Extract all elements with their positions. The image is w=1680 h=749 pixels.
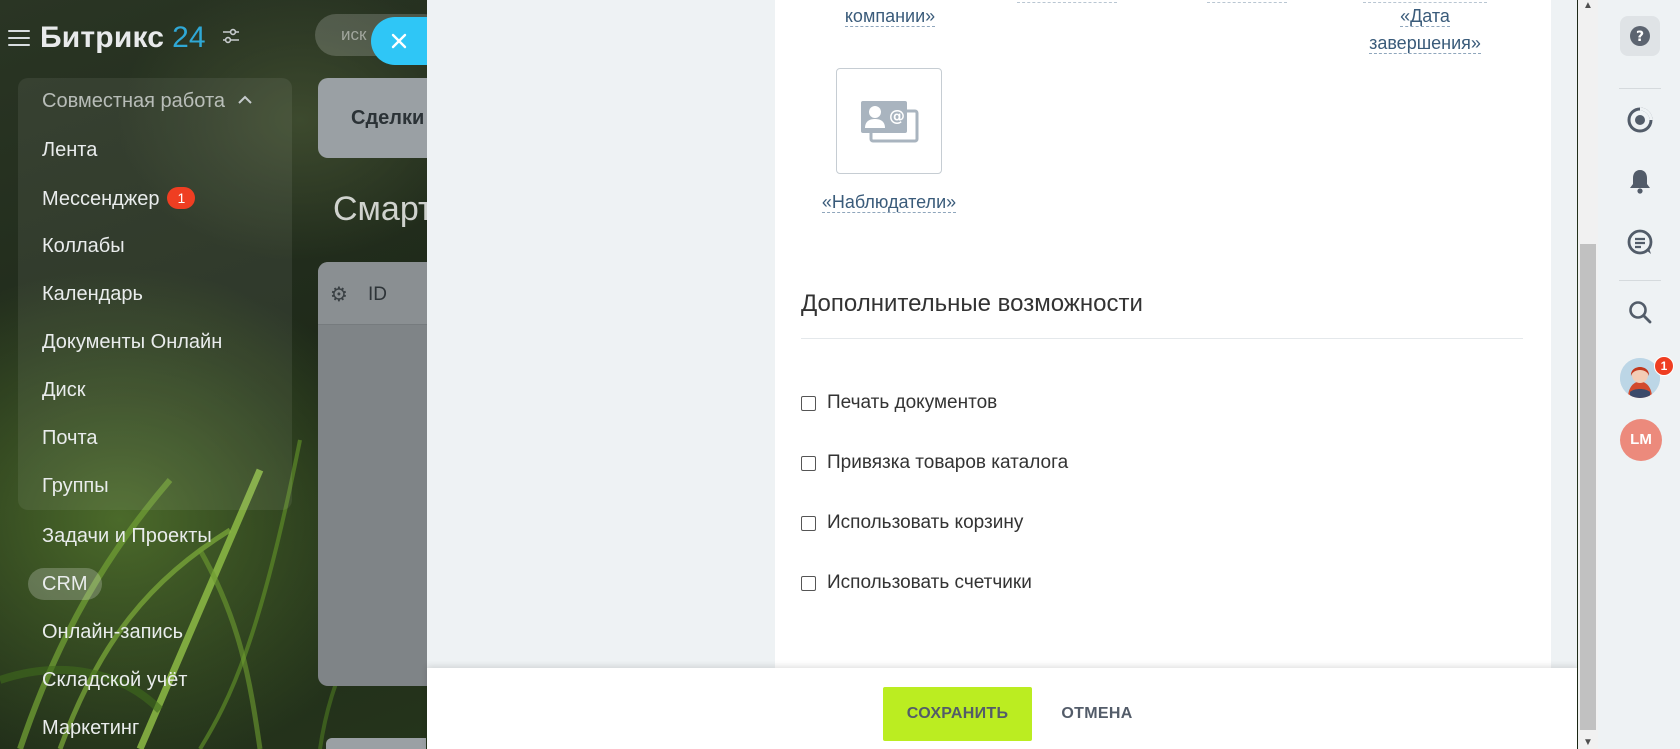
svg-text:?: ? — [1636, 29, 1644, 45]
search-button[interactable] — [1620, 292, 1660, 332]
background-page-title: Смарт — [333, 190, 434, 228]
scroll-up-arrow-icon[interactable]: ▲ — [1582, 0, 1594, 12]
logo-number: 24 — [172, 21, 206, 54]
observers-field-tile[interactable]: @ — [836, 68, 942, 174]
bell-icon — [1630, 170, 1650, 194]
sidebar-item-docs-online[interactable]: Документы Онлайн — [42, 331, 222, 354]
slider-footer: СОХРАНИТЬ ОТМЕНА — [427, 668, 1577, 749]
user-initials-avatar[interactable]: LM — [1620, 419, 1662, 461]
contact-email-icon: @ — [861, 101, 919, 143]
avatar-counter-badge: 1 — [1654, 356, 1674, 376]
background-deals-card: Сделки — [318, 78, 428, 158]
search-icon — [1629, 301, 1652, 324]
save-button[interactable]: СОХРАНИТЬ — [883, 687, 1032, 741]
option-use-counters[interactable]: Использовать счетчики — [801, 572, 1032, 594]
checkbox-use-counters[interactable] — [801, 575, 816, 591]
chat-button[interactable] — [1620, 222, 1660, 262]
scrollbar-thumb[interactable] — [1580, 244, 1596, 730]
field-link-stub — [1017, 0, 1117, 3]
sidebar-item-groups[interactable]: Группы — [42, 475, 109, 498]
background-table-header: ⚙ ID — [318, 262, 428, 325]
logo-text: Битрикс — [40, 21, 165, 54]
checkbox-print-documents[interactable] — [801, 395, 816, 411]
field-link-end-date[interactable]: «Дата завершения» — [1355, 3, 1495, 57]
background-deals-tab: Сделки — [351, 107, 425, 129]
gear-icon: ⚙ — [330, 284, 348, 306]
section-title-additional: Дополнительные возможности — [801, 290, 1143, 317]
sidebar-item-collabs[interactable]: Коллабы — [42, 235, 125, 258]
sidebar-group-title[interactable]: Совместная работа — [42, 90, 253, 113]
sidebar-item-feed[interactable]: Лента — [42, 139, 97, 162]
right-rail: ? 1 LM — [1598, 0, 1680, 749]
settings-sliders-icon[interactable] — [222, 28, 240, 49]
rail-divider — [1619, 88, 1661, 89]
chat-icon — [1627, 229, 1653, 255]
menu-burger-icon[interactable] — [8, 30, 30, 46]
settings-slider — [427, 0, 1577, 749]
app-logo[interactable]: Битрикс 24 — [8, 16, 240, 60]
help-icon: ? — [1630, 26, 1650, 46]
table-column-id: ID — [368, 284, 387, 305]
checkbox-use-cart[interactable] — [801, 515, 816, 531]
svg-text:@: @ — [889, 106, 905, 125]
notifications-button[interactable] — [1620, 161, 1660, 201]
sidebar-item-crm[interactable]: CRM — [28, 568, 102, 600]
messenger-counter-badge: 1 — [167, 187, 196, 209]
rail-divider — [1619, 280, 1661, 281]
field-link-stub — [1207, 0, 1287, 3]
section-divider — [801, 338, 1523, 339]
sidebar-item-booking[interactable]: Онлайн-запись — [42, 621, 183, 644]
sidebar-item-messenger[interactable]: Мессенджер 1 — [42, 187, 196, 211]
sidebar-item-inventory[interactable]: Складской учёт — [42, 669, 187, 692]
sidebar-item-marketing[interactable]: Маркетинг — [42, 717, 139, 740]
sidebar-item-calendar[interactable]: Календарь — [42, 283, 143, 306]
background-table: ⚙ ID — [318, 262, 428, 686]
checkbox-catalog-products[interactable] — [801, 455, 816, 471]
option-catalog-products[interactable]: Привязка товаров каталога — [801, 452, 1068, 474]
close-icon — [391, 33, 407, 49]
field-link-company[interactable]: компании» — [820, 3, 960, 30]
field-link-observers[interactable]: «Наблюдатели» — [789, 189, 989, 216]
close-slider-button[interactable] — [371, 17, 427, 65]
copilot-icon — [1627, 107, 1653, 133]
option-print-documents[interactable]: Печать документов — [801, 392, 997, 414]
background-strip — [326, 738, 426, 749]
chevron-up-icon — [237, 95, 252, 104]
copilot-button[interactable] — [1620, 100, 1660, 140]
cancel-button[interactable]: ОТМЕНА — [1052, 687, 1142, 741]
sidebar-item-tasks[interactable]: Задачи и Проекты — [42, 525, 212, 548]
scroll-down-arrow-icon[interactable]: ▼ — [1582, 737, 1594, 749]
help-button[interactable]: ? — [1620, 16, 1660, 56]
sidebar-item-disk[interactable]: Диск — [42, 379, 85, 402]
sidebar-item-mail[interactable]: Почта — [42, 427, 98, 450]
option-use-cart[interactable]: Использовать корзину — [801, 512, 1023, 534]
